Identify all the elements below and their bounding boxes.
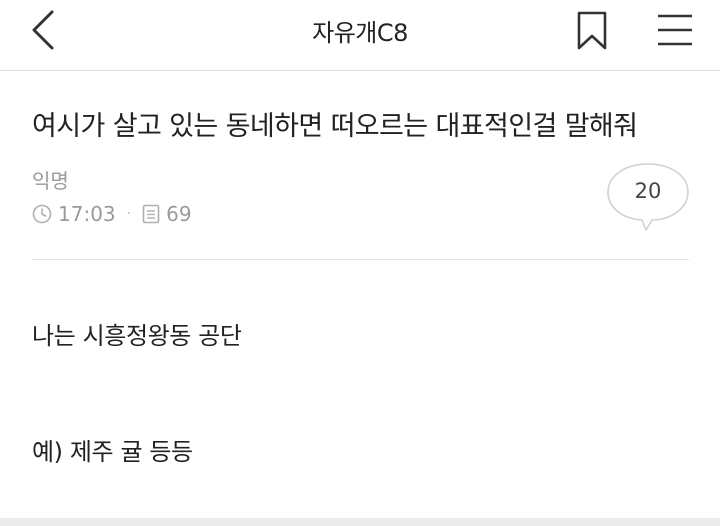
author-name: 익명: [32, 169, 69, 193]
post-body-line: 예) 제주 귤 등등: [32, 438, 193, 466]
comment-count: 20: [634, 179, 662, 203]
bookmark-icon: [577, 11, 607, 50]
top-bar: 자유개C8: [0, 0, 720, 71]
bottom-separator: [0, 518, 720, 526]
post-title: 여시가 살고 있는 동네하면 떠오르는 대표적인걸 말해줘: [32, 111, 638, 142]
views-icon: [142, 204, 160, 224]
divider: [32, 259, 689, 260]
post-meta: 17:03 · 69: [32, 202, 192, 226]
bookmark-button[interactable]: [574, 8, 610, 52]
post-time: 17:03: [58, 202, 116, 226]
comment-count-button[interactable]: 20: [606, 162, 690, 234]
menu-button[interactable]: [654, 10, 696, 50]
view-count: 69: [166, 202, 192, 226]
clock-icon: [32, 204, 52, 224]
meta-separator: ·: [126, 206, 132, 222]
board-title: 자유개C8: [312, 19, 408, 47]
post-body-line: 나는 시흥정왕동 공단: [32, 322, 242, 350]
hamburger-menu-icon: [658, 14, 692, 46]
